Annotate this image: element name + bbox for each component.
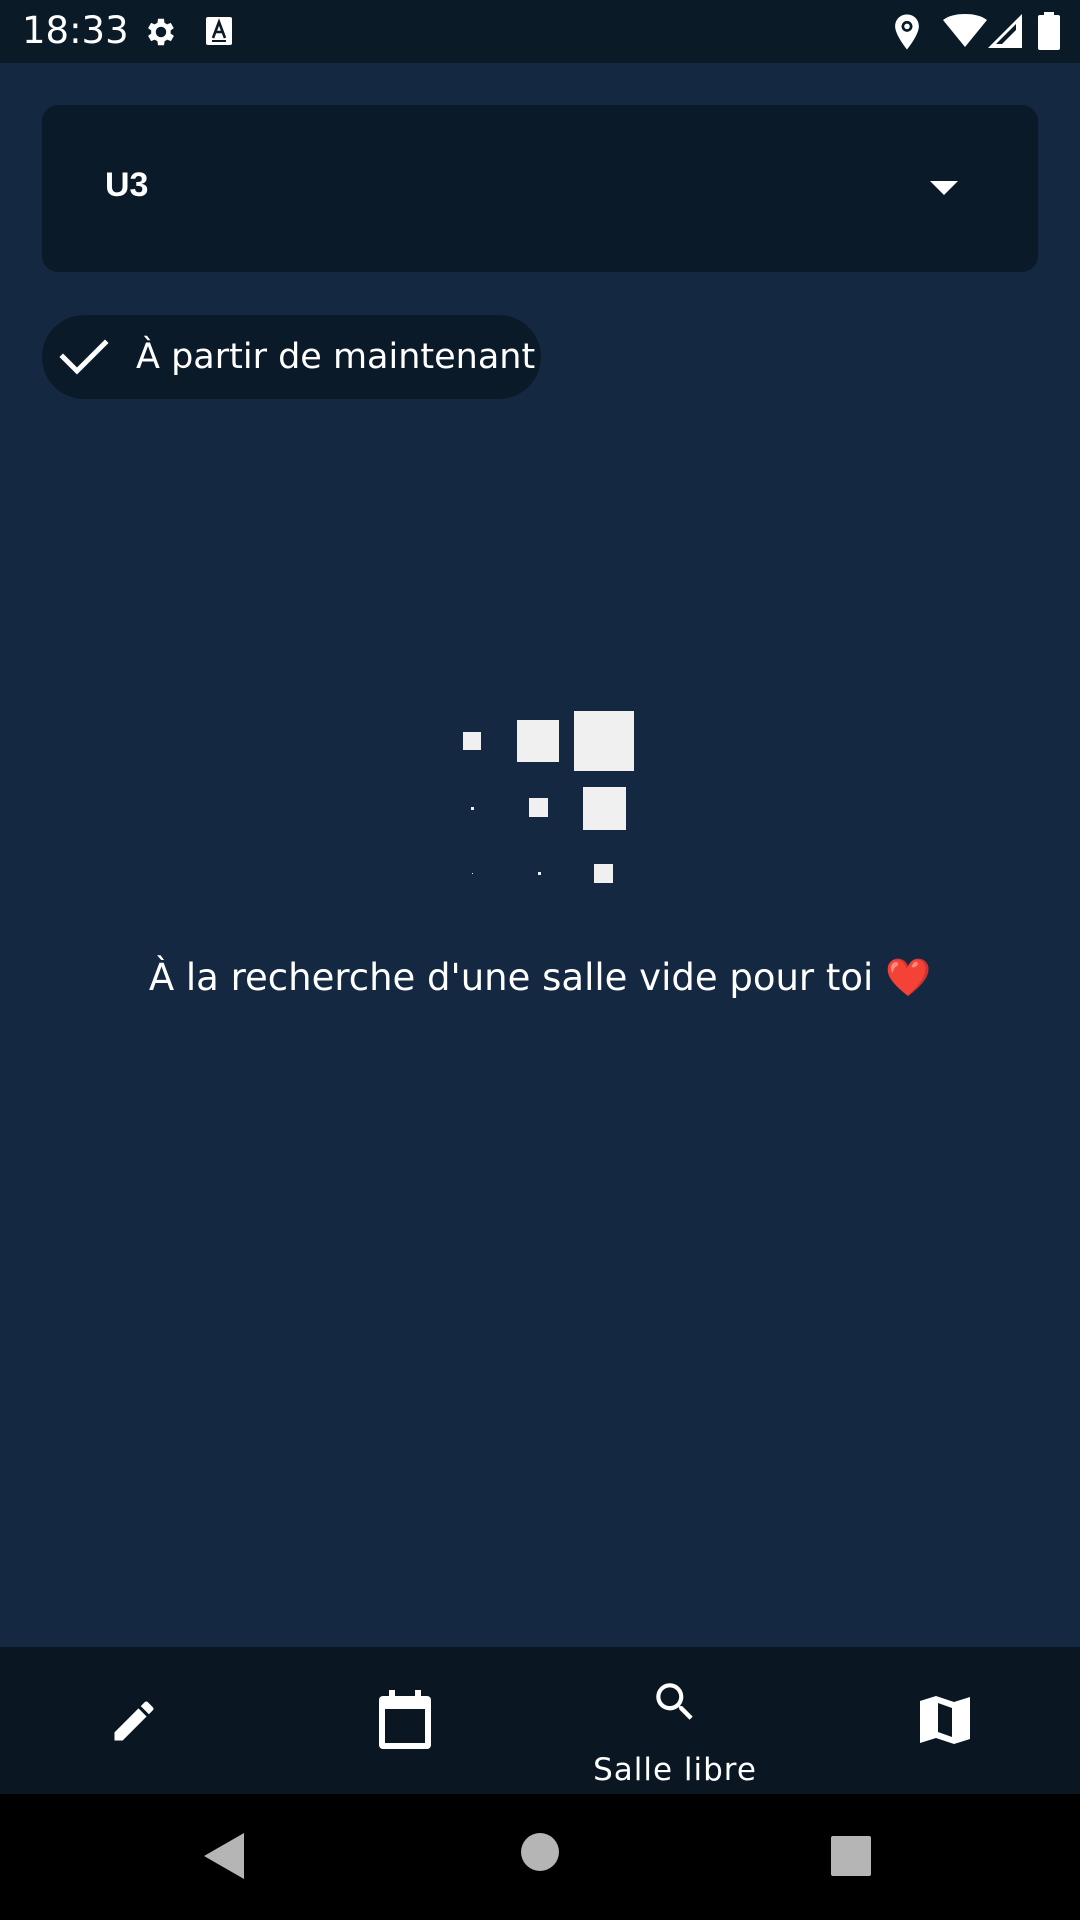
chip-label: À partir de maintenant	[136, 337, 536, 377]
recents-icon[interactable]	[831, 1836, 871, 1876]
gear-icon	[148, 18, 174, 46]
bottom-navigation: Salle libre	[0, 1647, 1080, 1794]
loading-message: À la recherche d'une salle vide pour toi…	[0, 954, 1080, 1002]
from-now-filter-chip[interactable]: À partir de maintenant	[42, 315, 541, 399]
nav-label-free-room: Salle libre	[593, 1752, 757, 1788]
loading-message-text: À la recherche d'une salle vide pour toi	[148, 956, 874, 999]
check-icon	[59, 339, 109, 375]
loading-animation	[442, 697, 652, 897]
loader-square	[574, 711, 634, 771]
loader-square	[594, 864, 613, 883]
status-bar: 18:33	[0, 0, 1080, 63]
loader-square	[472, 873, 473, 874]
text-a-icon	[206, 17, 232, 45]
loader-square	[538, 872, 541, 875]
back-icon[interactable]	[204, 1833, 244, 1879]
dropdown-selected-value: U3	[105, 166, 149, 204]
location-icon	[895, 14, 919, 50]
wifi-icon	[943, 14, 987, 47]
status-time: 18:33	[22, 9, 129, 52]
nav-item-free-room[interactable]: Salle libre	[540, 1647, 810, 1794]
loader-square	[529, 798, 548, 817]
nav-item-edit[interactable]	[0, 1647, 270, 1794]
loader-square	[463, 732, 481, 750]
calendar-icon	[379, 1690, 431, 1749]
loader-square	[517, 720, 559, 762]
nav-item-calendar[interactable]	[270, 1647, 540, 1794]
loader-square	[583, 787, 626, 830]
signal-icon	[988, 14, 1022, 48]
pencil-icon	[114, 1701, 154, 1741]
search-icon	[656, 1683, 693, 1720]
map-icon	[920, 1696, 970, 1744]
battery-icon	[1038, 12, 1060, 50]
loader-square	[471, 807, 474, 810]
heart-emoji: ❤️	[885, 956, 932, 999]
building-dropdown[interactable]: U3	[42, 105, 1038, 272]
nav-item-map[interactable]	[810, 1647, 1080, 1794]
system-navigation-bar	[0, 1794, 1080, 1920]
home-icon[interactable]	[520, 1832, 560, 1872]
triangle-down-icon	[930, 181, 958, 195]
